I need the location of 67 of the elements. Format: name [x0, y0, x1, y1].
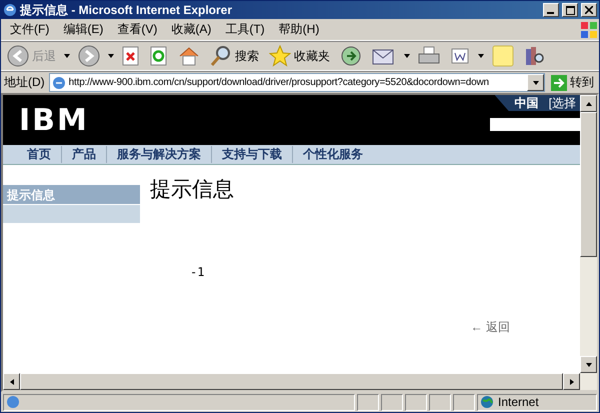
- nav-link[interactable]: 个性化服务: [293, 146, 373, 163]
- nav-link[interactable]: 首页: [17, 146, 62, 163]
- nav-link[interactable]: 服务与解决方案: [107, 146, 212, 163]
- forward-button[interactable]: [76, 45, 102, 67]
- arrow-icon: [8, 378, 14, 384]
- status-pane: [357, 394, 379, 410]
- menu-item[interactable]: 收藏(A): [164, 21, 218, 38]
- menu-item[interactable]: 帮助(H): [272, 21, 326, 38]
- menu-item[interactable]: 工具(T): [218, 21, 272, 38]
- maximize-icon: [566, 6, 574, 14]
- vertical-scrollbar[interactable]: [580, 95, 597, 390]
- media-icon: [340, 45, 362, 67]
- zone-label: Internet: [498, 395, 539, 409]
- arrow-right-icon: [551, 74, 567, 90]
- scroll-left-button[interactable]: [3, 373, 20, 390]
- search-field[interactable]: [490, 118, 580, 131]
- dropdown-button[interactable]: [527, 74, 544, 91]
- close-button[interactable]: [581, 3, 597, 17]
- page-heading: 提示信息: [150, 176, 235, 203]
- refresh-icon: [150, 46, 168, 66]
- sidebar-title: 提示信息: [3, 185, 140, 204]
- nav-link[interactable]: 产品: [62, 146, 107, 163]
- scroll-down-button[interactable]: [580, 356, 597, 373]
- region-select-link[interactable]: [选择: [548, 95, 576, 112]
- menu-item[interactable]: 文件(F): [3, 21, 56, 38]
- status-pane: [381, 394, 403, 410]
- arrow-icon: [478, 53, 484, 59]
- maximize-button[interactable]: [562, 3, 578, 17]
- arrow-icon: [404, 53, 410, 59]
- arrow-icon: [568, 378, 574, 384]
- scrollbar-thumb[interactable]: [580, 112, 597, 257]
- window-title: 提示信息 - Microsoft Internet Explorer: [20, 2, 234, 18]
- menu-item[interactable]: 查看(V): [110, 21, 164, 38]
- books-magnifier-icon: [524, 45, 546, 67]
- note-icon: [492, 45, 514, 67]
- arrow-icon: [108, 53, 114, 59]
- status-pane: [453, 394, 475, 410]
- print-button[interactable]: [416, 46, 442, 66]
- globe-icon: [480, 395, 494, 409]
- arrow-icon: [586, 100, 592, 106]
- close-icon: [585, 6, 593, 14]
- arrow-icon: [64, 53, 70, 59]
- printer-icon: [418, 46, 440, 66]
- back-link[interactable]: ← 返回: [470, 319, 510, 336]
- message-text: -1: [190, 265, 206, 279]
- search-button[interactable]: 搜索: [208, 45, 261, 67]
- go-button[interactable]: 转到: [549, 74, 596, 91]
- arrow-icon: [532, 80, 538, 86]
- address-field[interactable]: http://www-900.ibm.com/cn/support/download/driver/prosupport?category=5520&docordown=down: [48, 73, 545, 92]
- region-label: 中国: [514, 95, 539, 112]
- search-icon: [210, 45, 232, 67]
- scroll-up-button[interactable]: [580, 95, 597, 112]
- menu-item[interactable]: 编辑(E): [56, 21, 110, 38]
- document-icon: [450, 47, 470, 65]
- windows-flag-icon: [579, 20, 599, 38]
- status-pane: [429, 394, 451, 410]
- nav-link[interactable]: 支持与下载: [212, 146, 293, 163]
- minimize-button[interactable]: [543, 3, 559, 17]
- arrow-icon: [586, 362, 592, 368]
- status-pane: [405, 394, 427, 410]
- address-label: 地址(D): [4, 74, 45, 91]
- envelope-icon: [372, 47, 396, 65]
- scroll-right-button[interactable]: [563, 373, 580, 390]
- star-icon: [269, 45, 291, 67]
- home-icon: [178, 46, 200, 66]
- favorites-button[interactable]: 收藏夹: [267, 45, 332, 67]
- stop-icon: [122, 46, 140, 66]
